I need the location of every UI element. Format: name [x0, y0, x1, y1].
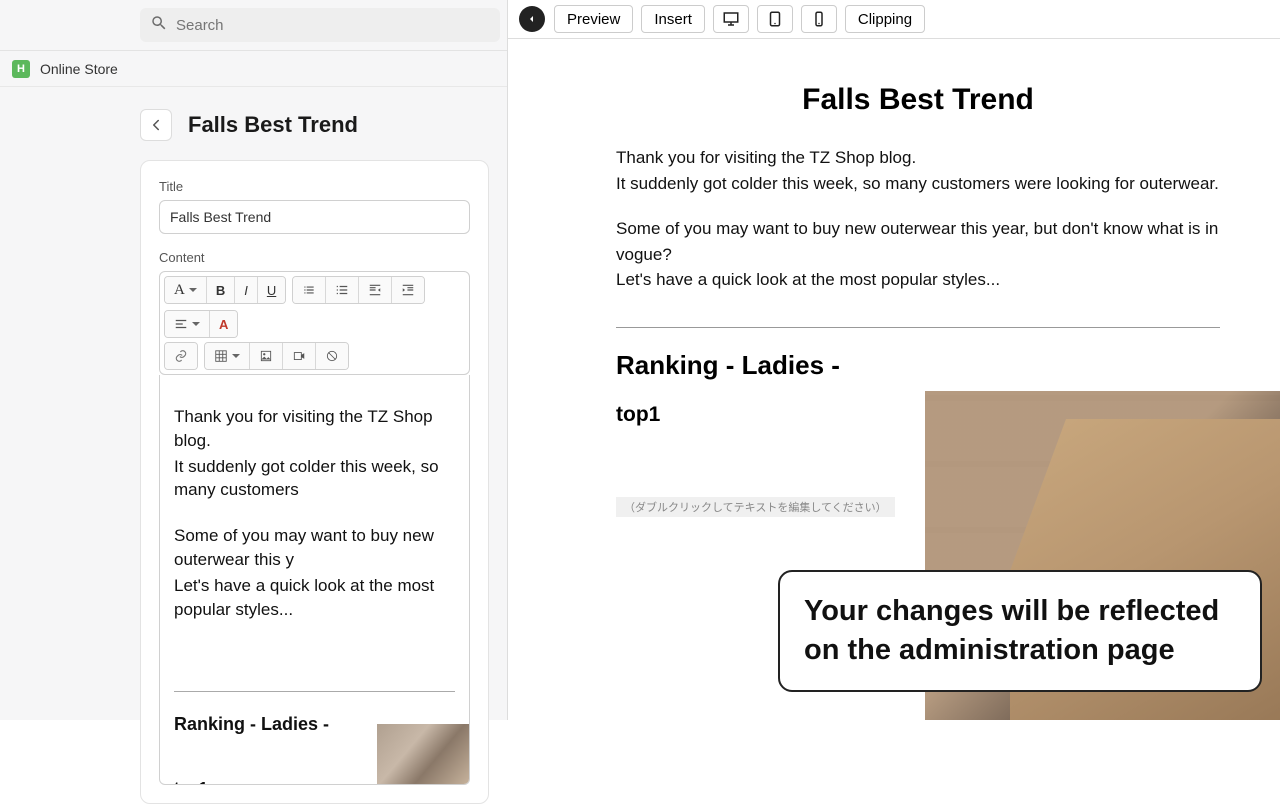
preview-subheading: top1 [616, 403, 916, 427]
back-button[interactable] [140, 109, 172, 141]
preview-placeholder-text[interactable]: （ダブルクリックしてテキストを編集してください） [616, 497, 895, 517]
breadcrumb[interactable]: H Online Store [0, 51, 507, 87]
preview-button[interactable]: Preview [554, 5, 633, 33]
italic-button[interactable]: I [235, 277, 258, 303]
table-dropdown[interactable] [205, 343, 250, 369]
bullet-list-button[interactable] [293, 277, 326, 303]
search-icon [150, 14, 168, 37]
mobile-view-button[interactable] [801, 5, 837, 33]
callout-line2: on the administration page [804, 634, 1175, 666]
rte-content[interactable]: Thank you for visiting the TZ Shop blog.… [159, 375, 470, 785]
store-icon: H [12, 60, 30, 78]
left-panel: H Online Store Falls Best Trend Title Co… [0, 0, 507, 720]
editor-hr [174, 691, 455, 692]
editor-paragraph: Thank you for visiting the TZ Shop blog. [174, 405, 455, 453]
preview-paragraph: Some of you may want to buy new outerwea… [616, 216, 1220, 267]
title-input[interactable] [159, 200, 470, 234]
callout-line1: Your changes will be reflected [804, 595, 1219, 627]
insert-button[interactable]: Insert [641, 5, 705, 33]
image-button[interactable] [250, 343, 283, 369]
page-title: Falls Best Trend [188, 112, 358, 138]
arrow-left-icon [147, 116, 165, 134]
page-header: Falls Best Trend [0, 87, 507, 159]
title-label: Title [159, 179, 470, 194]
preview-paragraph: Thank you for visiting the TZ Shop blog. [616, 145, 1220, 171]
search-input[interactable] [176, 17, 490, 34]
preview-paragraph: Let's have a quick look at the most popu… [616, 267, 1220, 293]
preview-toolbar: Preview Insert Clipping [508, 0, 1280, 39]
desktop-icon [722, 10, 740, 28]
search-row [0, 0, 507, 50]
mobile-icon [810, 10, 828, 28]
arrow-left-circle-icon [519, 6, 545, 32]
preview-heading: Ranking - Ladies - [616, 350, 1220, 381]
align-dropdown[interactable] [165, 311, 210, 337]
clipping-button[interactable]: Clipping [845, 5, 925, 33]
text-color-button[interactable]: A [210, 311, 237, 337]
bold-button[interactable]: B [207, 277, 235, 303]
editor-thumbnail [377, 724, 469, 785]
tablet-icon [766, 10, 784, 28]
preview-paragraph: It suddenly got colder this week, so man… [616, 171, 1220, 197]
tablet-view-button[interactable] [757, 5, 793, 33]
editor-paragraph: Let's have a quick look at the most popu… [174, 574, 455, 622]
preview-hr [616, 327, 1220, 328]
preview-left-col: top1 （ダブルクリックしてテキストを編集してください） [616, 403, 916, 517]
preview-title: Falls Best Trend [616, 83, 1220, 117]
desktop-view-button[interactable] [713, 5, 749, 33]
preview-back-button[interactable] [518, 5, 546, 33]
search-field[interactable] [140, 8, 500, 42]
rte-toolbar: A B I U A [159, 271, 470, 375]
indent-button[interactable] [392, 277, 424, 303]
clear-format-button[interactable] [316, 343, 348, 369]
underline-button[interactable]: U [258, 277, 285, 303]
outdent-button[interactable] [359, 277, 392, 303]
editor-paragraph: It suddenly got colder this week, so man… [174, 455, 455, 503]
numbered-list-button[interactable] [326, 277, 359, 303]
breadcrumb-label: Online Store [40, 61, 118, 77]
content-label: Content [159, 250, 470, 265]
editor-card: Title Content A B I U [140, 160, 489, 804]
link-button[interactable] [165, 343, 197, 369]
font-style-dropdown[interactable]: A [165, 277, 207, 303]
video-button[interactable] [283, 343, 316, 369]
editor-paragraph: Some of you may want to buy new outerwea… [174, 524, 455, 572]
callout-tooltip: Your changes will be reflected on the adm… [778, 570, 1262, 692]
